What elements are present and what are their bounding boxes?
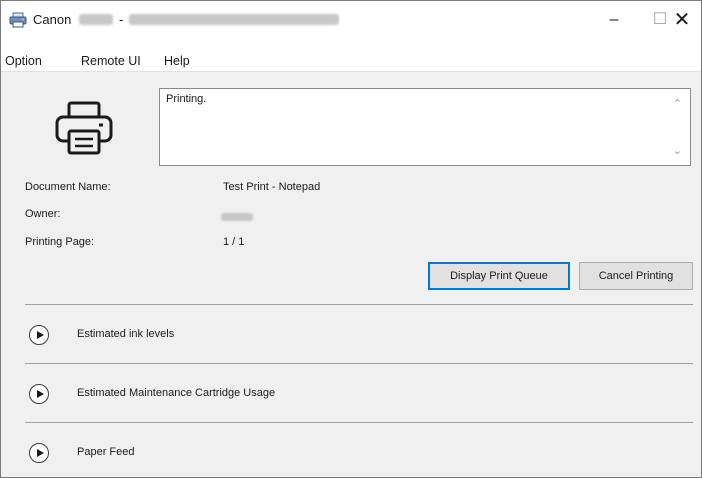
divider xyxy=(25,422,693,423)
scroll-up-icon[interactable]: ⌃ xyxy=(673,97,682,110)
scroll-down-icon[interactable]: ⌄ xyxy=(673,144,682,157)
printer-status-window: Canon - – ☐ ✕ Option Remote UI Help Prin… xyxy=(0,0,702,478)
title-bar[interactable]: Canon - – ☐ ✕ xyxy=(1,1,701,39)
expand-icon[interactable] xyxy=(29,325,49,345)
title-separator: - xyxy=(119,12,124,27)
section-maintenance-cartridge[interactable]: Estimated Maintenance Cartridge Usage xyxy=(25,374,693,414)
printing-page-label: Printing Page: xyxy=(25,236,95,248)
display-print-queue-button[interactable]: Display Print Queue xyxy=(428,262,570,290)
section-label: Estimated Maintenance Cartridge Usage xyxy=(77,387,276,399)
cancel-printing-button[interactable]: Cancel Printing xyxy=(579,262,693,290)
status-text: Printing. xyxy=(166,93,207,105)
redacted-title-part xyxy=(129,14,339,25)
redacted-owner-value xyxy=(221,213,253,221)
owner-label: Owner: xyxy=(25,208,61,220)
section-ink-levels[interactable]: Estimated ink levels xyxy=(25,315,693,355)
divider xyxy=(25,304,693,305)
window-title: Canon xyxy=(33,12,72,27)
menu-bar: Option Remote UI Help xyxy=(1,39,701,72)
menu-help[interactable]: Help xyxy=(164,54,190,68)
document-name-label: Document Name: xyxy=(25,181,111,193)
menu-option[interactable]: Option xyxy=(5,54,42,68)
document-name-value: Test Print - Notepad xyxy=(223,181,321,193)
minimize-button[interactable]: – xyxy=(591,1,637,39)
section-label: Paper Feed xyxy=(77,446,135,458)
status-message-box[interactable]: Printing. ⌃ ⌄ xyxy=(159,88,691,166)
redacted-title-part xyxy=(79,14,113,25)
expand-icon[interactable] xyxy=(29,443,49,463)
section-paper-feed[interactable]: Paper Feed xyxy=(25,433,693,473)
section-label: Estimated ink levels xyxy=(77,328,175,340)
close-button[interactable]: ✕ xyxy=(663,1,701,39)
divider xyxy=(25,363,693,364)
printing-page-value: 1 / 1 xyxy=(223,236,245,248)
printer-app-icon xyxy=(9,12,27,28)
printer-icon xyxy=(55,101,113,155)
menu-remote-ui[interactable]: Remote UI xyxy=(81,54,141,68)
expand-icon[interactable] xyxy=(29,384,49,404)
